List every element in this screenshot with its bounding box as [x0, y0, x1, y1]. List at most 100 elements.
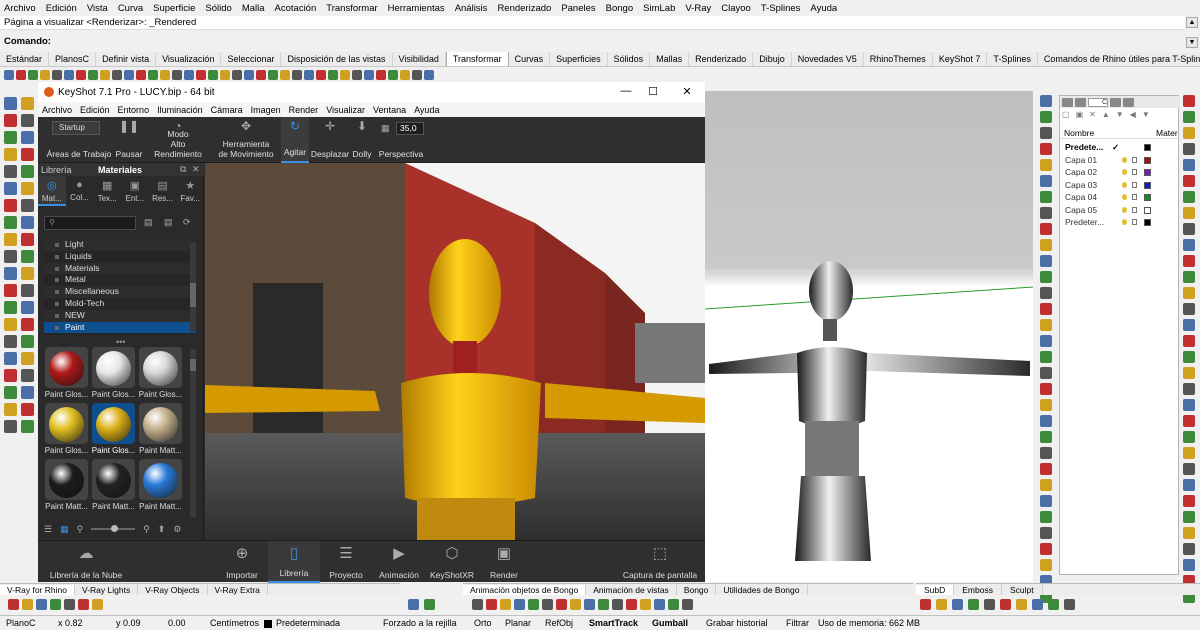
- tool-icon[interactable]: [4, 369, 17, 382]
- tool-icon[interactable]: [542, 599, 553, 610]
- tool-icon[interactable]: [21, 199, 34, 212]
- move-up-icon[interactable]: ▲: [1102, 110, 1110, 121]
- perspective-button[interactable]: Perspectiva: [378, 117, 424, 163]
- zoom-in-icon[interactable]: ⚲: [143, 524, 150, 535]
- tool-icon[interactable]: [388, 69, 398, 80]
- splitter-handle[interactable]: •••: [116, 337, 125, 347]
- tool-icon[interactable]: [968, 599, 979, 610]
- bulb-icon[interactable]: [1122, 169, 1127, 175]
- bottom-tab[interactable]: SubD: [916, 584, 955, 595]
- tool-icon[interactable]: [28, 69, 38, 80]
- tool-icon[interactable]: [1183, 351, 1195, 363]
- tool-icon[interactable]: [76, 69, 86, 80]
- tool-icon[interactable]: [1016, 599, 1027, 610]
- tool-icon[interactable]: [1040, 207, 1052, 219]
- tool-icon[interactable]: [1040, 543, 1052, 555]
- tool-icon[interactable]: [21, 233, 34, 246]
- tree-item[interactable]: Materials: [44, 262, 196, 275]
- thumb-scrollbar[interactable]: [190, 349, 196, 517]
- tool-icon[interactable]: [1040, 367, 1052, 379]
- ortho-toggle[interactable]: Orto: [474, 618, 492, 628]
- tool-icon[interactable]: [1183, 335, 1195, 347]
- tool-icon[interactable]: [4, 69, 14, 80]
- tool-icon[interactable]: [1183, 511, 1195, 523]
- tool-icon[interactable]: [40, 69, 50, 80]
- tool-icon[interactable]: [920, 599, 931, 610]
- tool-icon[interactable]: [1064, 599, 1075, 610]
- tool-icon[interactable]: [1040, 319, 1052, 331]
- move-down-icon[interactable]: ▼: [1116, 110, 1124, 121]
- material-search-input[interactable]: ⚲: [44, 216, 136, 230]
- tool-icon[interactable]: [1183, 159, 1195, 171]
- tool-icon[interactable]: [1183, 255, 1195, 267]
- tab-12[interactable]: Renderizado: [689, 52, 754, 66]
- tool-icon[interactable]: [50, 599, 61, 610]
- tree-item[interactable]: Metal: [44, 274, 196, 286]
- tool-icon[interactable]: [1183, 223, 1195, 235]
- tab-3[interactable]: Visualización: [156, 52, 222, 66]
- tool-icon[interactable]: [21, 369, 34, 382]
- menu-item[interactable]: Herramientas: [388, 3, 445, 14]
- tool-icon[interactable]: [486, 599, 497, 610]
- layer-color[interactable]: [1144, 194, 1151, 201]
- tool-icon[interactable]: [1183, 175, 1195, 187]
- tool-icon[interactable]: [1040, 159, 1052, 171]
- material-thumbnail[interactable]: Paint Matt...: [44, 459, 89, 515]
- tool-icon[interactable]: [400, 69, 410, 80]
- tool-icon[interactable]: [668, 599, 679, 610]
- history-toggle[interactable]: Grabar historial: [706, 618, 768, 628]
- library-subtab[interactable]: ▣ Ent...: [121, 176, 149, 206]
- menu-item[interactable]: Sólido: [205, 3, 231, 14]
- tool-icon[interactable]: [21, 148, 34, 161]
- keyshot-menu-item[interactable]: Ventana: [373, 105, 406, 115]
- tool-icon[interactable]: [1183, 303, 1195, 315]
- tab-13[interactable]: Dibujo: [753, 52, 792, 66]
- layer-color[interactable]: [1144, 181, 1151, 189]
- menu-item[interactable]: Superficie: [153, 3, 195, 14]
- tool-icon[interactable]: [1183, 239, 1195, 251]
- tool-icon[interactable]: [21, 318, 34, 331]
- layer-row[interactable]: Capa 05: [1060, 204, 1180, 217]
- tool-icon[interactable]: [1183, 95, 1195, 107]
- tool-icon[interactable]: [21, 165, 34, 178]
- tool-icon[interactable]: [4, 114, 17, 127]
- layer-row[interactable]: Predete... ✓: [1060, 141, 1180, 154]
- tool-icon[interactable]: [1183, 127, 1195, 139]
- tool-icon[interactable]: [1040, 527, 1052, 539]
- screenshot-button[interactable]: ⬚ Captura de pantalla: [622, 541, 698, 583]
- tool-icon[interactable]: [1040, 95, 1052, 107]
- tool-icon[interactable]: [424, 69, 434, 80]
- menu-item[interactable]: Archivo: [4, 3, 36, 14]
- panel-close-icon[interactable]: ✕: [192, 164, 200, 175]
- tool-icon[interactable]: [4, 318, 17, 331]
- new-sublayer-icon[interactable]: ▣: [1076, 110, 1084, 121]
- material-thumbnail[interactable]: Paint Glos...: [44, 347, 89, 403]
- tumble-button[interactable]: ↻ Agitar: [281, 117, 309, 163]
- bottom-tab[interactable]: V-Ray Objects: [138, 584, 208, 595]
- material-thumbnail[interactable]: Paint Matt...: [138, 459, 183, 515]
- pause-button[interactable]: ❚❚ Pausar: [114, 117, 144, 163]
- tool-icon[interactable]: [21, 216, 34, 229]
- layer-row[interactable]: Capa 04: [1060, 191, 1180, 204]
- tool-icon[interactable]: [1040, 223, 1052, 235]
- tool-icon[interactable]: [4, 148, 17, 161]
- tool-icon[interactable]: [412, 69, 422, 80]
- bottom-tab[interactable]: Emboss: [954, 584, 1002, 595]
- keyshot-menu-item[interactable]: Ayuda: [414, 105, 439, 115]
- materials-tab-icon[interactable]: [1075, 97, 1086, 107]
- cplane-label[interactable]: PlanoC: [6, 618, 36, 628]
- tool-icon[interactable]: [4, 131, 17, 144]
- tree-item[interactable]: Miscellaneous: [44, 286, 196, 298]
- tool-icon[interactable]: [1040, 351, 1052, 363]
- menu-item[interactable]: V-Ray: [685, 3, 711, 14]
- tool-icon[interactable]: [304, 69, 314, 80]
- performance-mode-button[interactable]: ◔ Modo Alto Rendimiento: [146, 117, 210, 163]
- tab-10[interactable]: Sólidos: [608, 52, 651, 66]
- menu-item[interactable]: Ayuda: [810, 3, 837, 14]
- tool-icon[interactable]: [21, 420, 34, 433]
- tool-icon[interactable]: [1183, 207, 1195, 219]
- smarttrack-toggle[interactable]: SmartTrack: [589, 618, 638, 628]
- tree-item[interactable]: Liquids: [44, 251, 196, 263]
- tool-icon[interactable]: [196, 69, 206, 80]
- menu-item[interactable]: Malla: [242, 3, 265, 14]
